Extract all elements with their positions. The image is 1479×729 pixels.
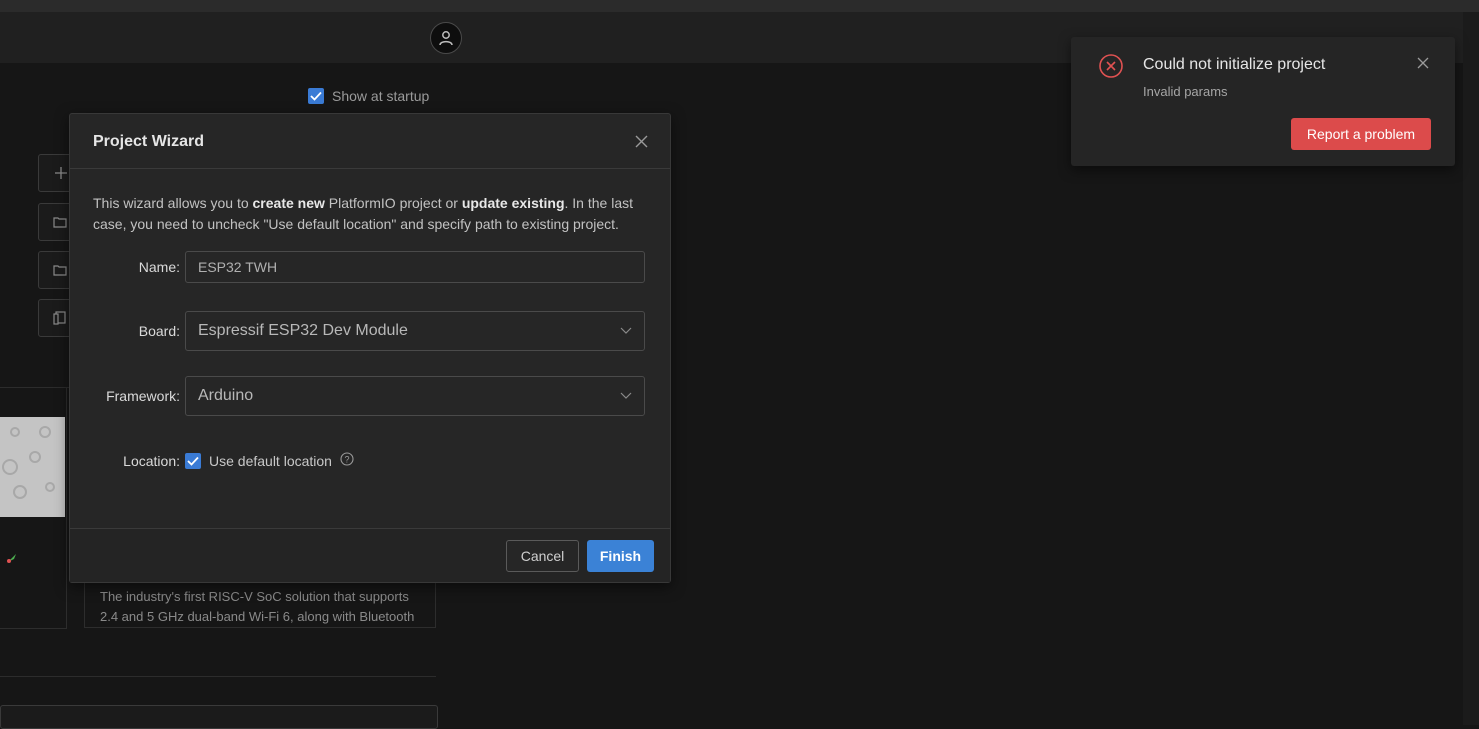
notification-message: Invalid params (1143, 84, 1228, 99)
dialog-intro: This wizard allows you to create new Pla… (93, 195, 633, 232)
close-icon (1417, 57, 1429, 69)
user-icon (439, 31, 453, 46)
use-default-location-label: Use default location (209, 452, 332, 469)
board-select[interactable]: Espressif ESP32 Dev Module (185, 311, 645, 351)
framework-select[interactable]: Arduino (185, 376, 645, 416)
folder-icon (53, 265, 67, 276)
board-thumbnail (0, 417, 65, 517)
show-at-startup-label: Show at startup (332, 88, 430, 104)
chevron-down-icon (620, 327, 632, 334)
error-notification: Could not initialize project Invalid par… (1071, 37, 1455, 166)
check-icon (310, 91, 322, 101)
search-box[interactable] (0, 705, 438, 729)
title-strip (0, 0, 1479, 12)
svg-text:?: ? (344, 455, 349, 465)
close-notification-button[interactable] (1417, 56, 1429, 74)
board-select-value: Espressif ESP32 Dev Module (198, 322, 408, 339)
finish-button[interactable]: Finish (587, 540, 654, 572)
section-divider (0, 676, 436, 677)
cancel-button[interactable]: Cancel (506, 540, 579, 572)
scrollbar-track[interactable] (1463, 12, 1479, 725)
name-label: Name: (138, 259, 180, 275)
show-at-startup-toggle[interactable]: Show at startup (308, 88, 429, 104)
project-name-input[interactable] (185, 251, 645, 283)
dialog-footer (70, 529, 670, 582)
error-icon (1099, 54, 1123, 83)
check-icon (187, 456, 199, 466)
use-default-location-checkbox[interactable] (185, 452, 201, 469)
close-dialog-button[interactable] (632, 132, 650, 150)
report-problem-button[interactable]: Report a problem (1291, 118, 1431, 150)
plus-icon (55, 167, 67, 179)
dialog-header-divider (70, 168, 670, 169)
folder-star-icon (53, 217, 67, 228)
help-icon[interactable]: ? (340, 452, 354, 469)
board-label: Board: (138, 323, 180, 339)
project-wizard-dialog: Project Wizard This wizard allows you to… (69, 113, 671, 583)
framework-label: Framework: (106, 388, 180, 404)
dialog-title: Project Wizard (93, 133, 204, 150)
close-icon (635, 135, 647, 147)
use-default-location-toggle[interactable]: Use default location ? (185, 452, 354, 469)
rocket-icon (6, 551, 18, 569)
framework-select-value: Arduino (198, 387, 254, 404)
board-card-description: The industry's first RISC-V SoC solution… (100, 589, 415, 624)
copy-icon (53, 311, 66, 325)
notification-title: Could not initialize project (1143, 56, 1326, 73)
location-label: Location: (123, 453, 180, 469)
account-avatar-button[interactable] (430, 22, 462, 54)
chevron-down-icon (620, 392, 632, 399)
show-at-startup-checkbox[interactable] (308, 88, 324, 104)
